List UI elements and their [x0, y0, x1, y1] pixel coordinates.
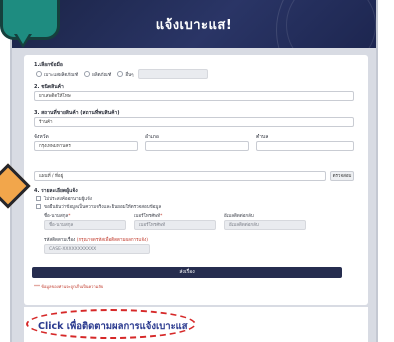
radio-option-1-label: เบาะแสผลิตภัณฑ์	[44, 72, 79, 78]
name-label: ชื่อ-นามสกุล*	[44, 212, 70, 219]
phone-label-text: เบอร์โทรศัพท์	[134, 214, 161, 219]
submit-button[interactable]: ส่งเรื่อง	[32, 267, 342, 278]
consent-checkbox-label: ขอยืนยันว่าข้อมูลเป็นความจริงและยินยอมให…	[44, 205, 162, 210]
section-1-label: 1.เลือกข้อมือ	[34, 62, 63, 68]
tracking-code-field: CASE-XXXXXXXXXXX	[44, 244, 150, 254]
page-title: แจ้งเบาะแส!	[155, 18, 233, 33]
app-window: แจ้งเบาะแส! 1.เลือกข้อมือ เบาะแสผลิตภัณฑ…	[10, 0, 378, 342]
tracking-note: (กรุณาจดรหัสเพื่อติดตามผลการแจ้ง)	[76, 238, 148, 243]
required-mark: *	[68, 214, 71, 219]
email-label: อีเมลติดต่อกลับ	[224, 214, 254, 219]
anonymous-checkbox-row: ไม่ประสงค์ออกนามผู้แจ้ง	[36, 195, 92, 202]
radio-option-1[interactable]	[36, 71, 42, 77]
map-address-input[interactable]: แผนที่ / ที่อยู่	[34, 171, 326, 181]
tracking-label-row: รหัสติดตามเรื่อง (กรุณาจดรหัสเพื่อติดตาม…	[44, 236, 148, 243]
name-label-text: ชื่อ-นามสกุล	[44, 214, 69, 219]
section-2-label: 2. ชนิดสินค้า	[34, 84, 64, 90]
privacy-note: *** ข้อมูลของท่านจะถูกเก็บเป็นความลับ	[34, 284, 104, 289]
speech-bubble-tail-inner	[17, 34, 29, 44]
track-report-link[interactable]: Click เพื่อติดตามผลการแจ้งเบาะแส	[38, 319, 188, 334]
phone-input[interactable]: เบอร์โทรศัพท์	[134, 220, 216, 230]
consent-checkbox-row: ขอยืนยันว่าข้อมูลเป็นความจริงและยินยอมให…	[36, 203, 161, 210]
screenshot-stage: แจ้งเบาะแส! 1.เลือกข้อมือ เบาะแสผลิตภัณฑ…	[0, 0, 394, 342]
radio-option-2-label: ผลิตภัณฑ์	[92, 72, 112, 78]
check-location-button[interactable]: ตรวจสอบ	[330, 171, 354, 181]
radio-option-2[interactable]	[84, 71, 91, 77]
email-input[interactable]: อีเมลติดต่อกลับ	[224, 220, 306, 230]
section-4-label: 4. รายละเอียดผู้แจ้ง	[34, 188, 78, 194]
name-input[interactable]: ชื่อ-นามสกุล	[44, 220, 126, 230]
radio-option-3[interactable]	[117, 71, 124, 77]
tracking-link-card: Click เพื่อติดตามผลการแจ้งเบาะแส	[24, 307, 368, 342]
phone-label: เบอร์โทรศัพท์*	[134, 212, 162, 219]
place-input[interactable]: ร้านค้า	[34, 117, 354, 127]
tracking-label: รหัสติดตามเรื่อง	[44, 238, 76, 243]
anonymous-checkbox-label: ไม่ประสงค์ออกนามผู้แจ้ง	[44, 197, 92, 202]
subdistrict-label: ตำบล	[256, 134, 269, 140]
province-select[interactable]: กรุงเทพมหานคร	[34, 141, 138, 151]
product-type-select[interactable]: ยาเสพติดให้โทษ	[34, 91, 354, 101]
radio-option-3-label: อื่นๆ	[125, 72, 134, 78]
district-select[interactable]	[145, 141, 249, 151]
subdistrict-select[interactable]	[256, 141, 354, 151]
source-radio-group: เบาะแสผลิตภัณฑ์ ผลิตภัณฑ์ อื่นๆ	[36, 69, 208, 79]
consent-checkbox[interactable]	[36, 204, 41, 209]
province-label: จังหวัด	[34, 134, 49, 140]
section-3-label: 3. สถานที่ขายสินค้า (สถานที่พบสินค้า)	[34, 110, 120, 116]
required-mark: *	[160, 214, 163, 219]
other-input[interactable]	[137, 69, 208, 79]
district-label: อำเภอ	[145, 134, 159, 140]
anonymous-checkbox[interactable]	[36, 196, 41, 201]
page-header: แจ้งเบาะแส!	[12, 0, 376, 48]
